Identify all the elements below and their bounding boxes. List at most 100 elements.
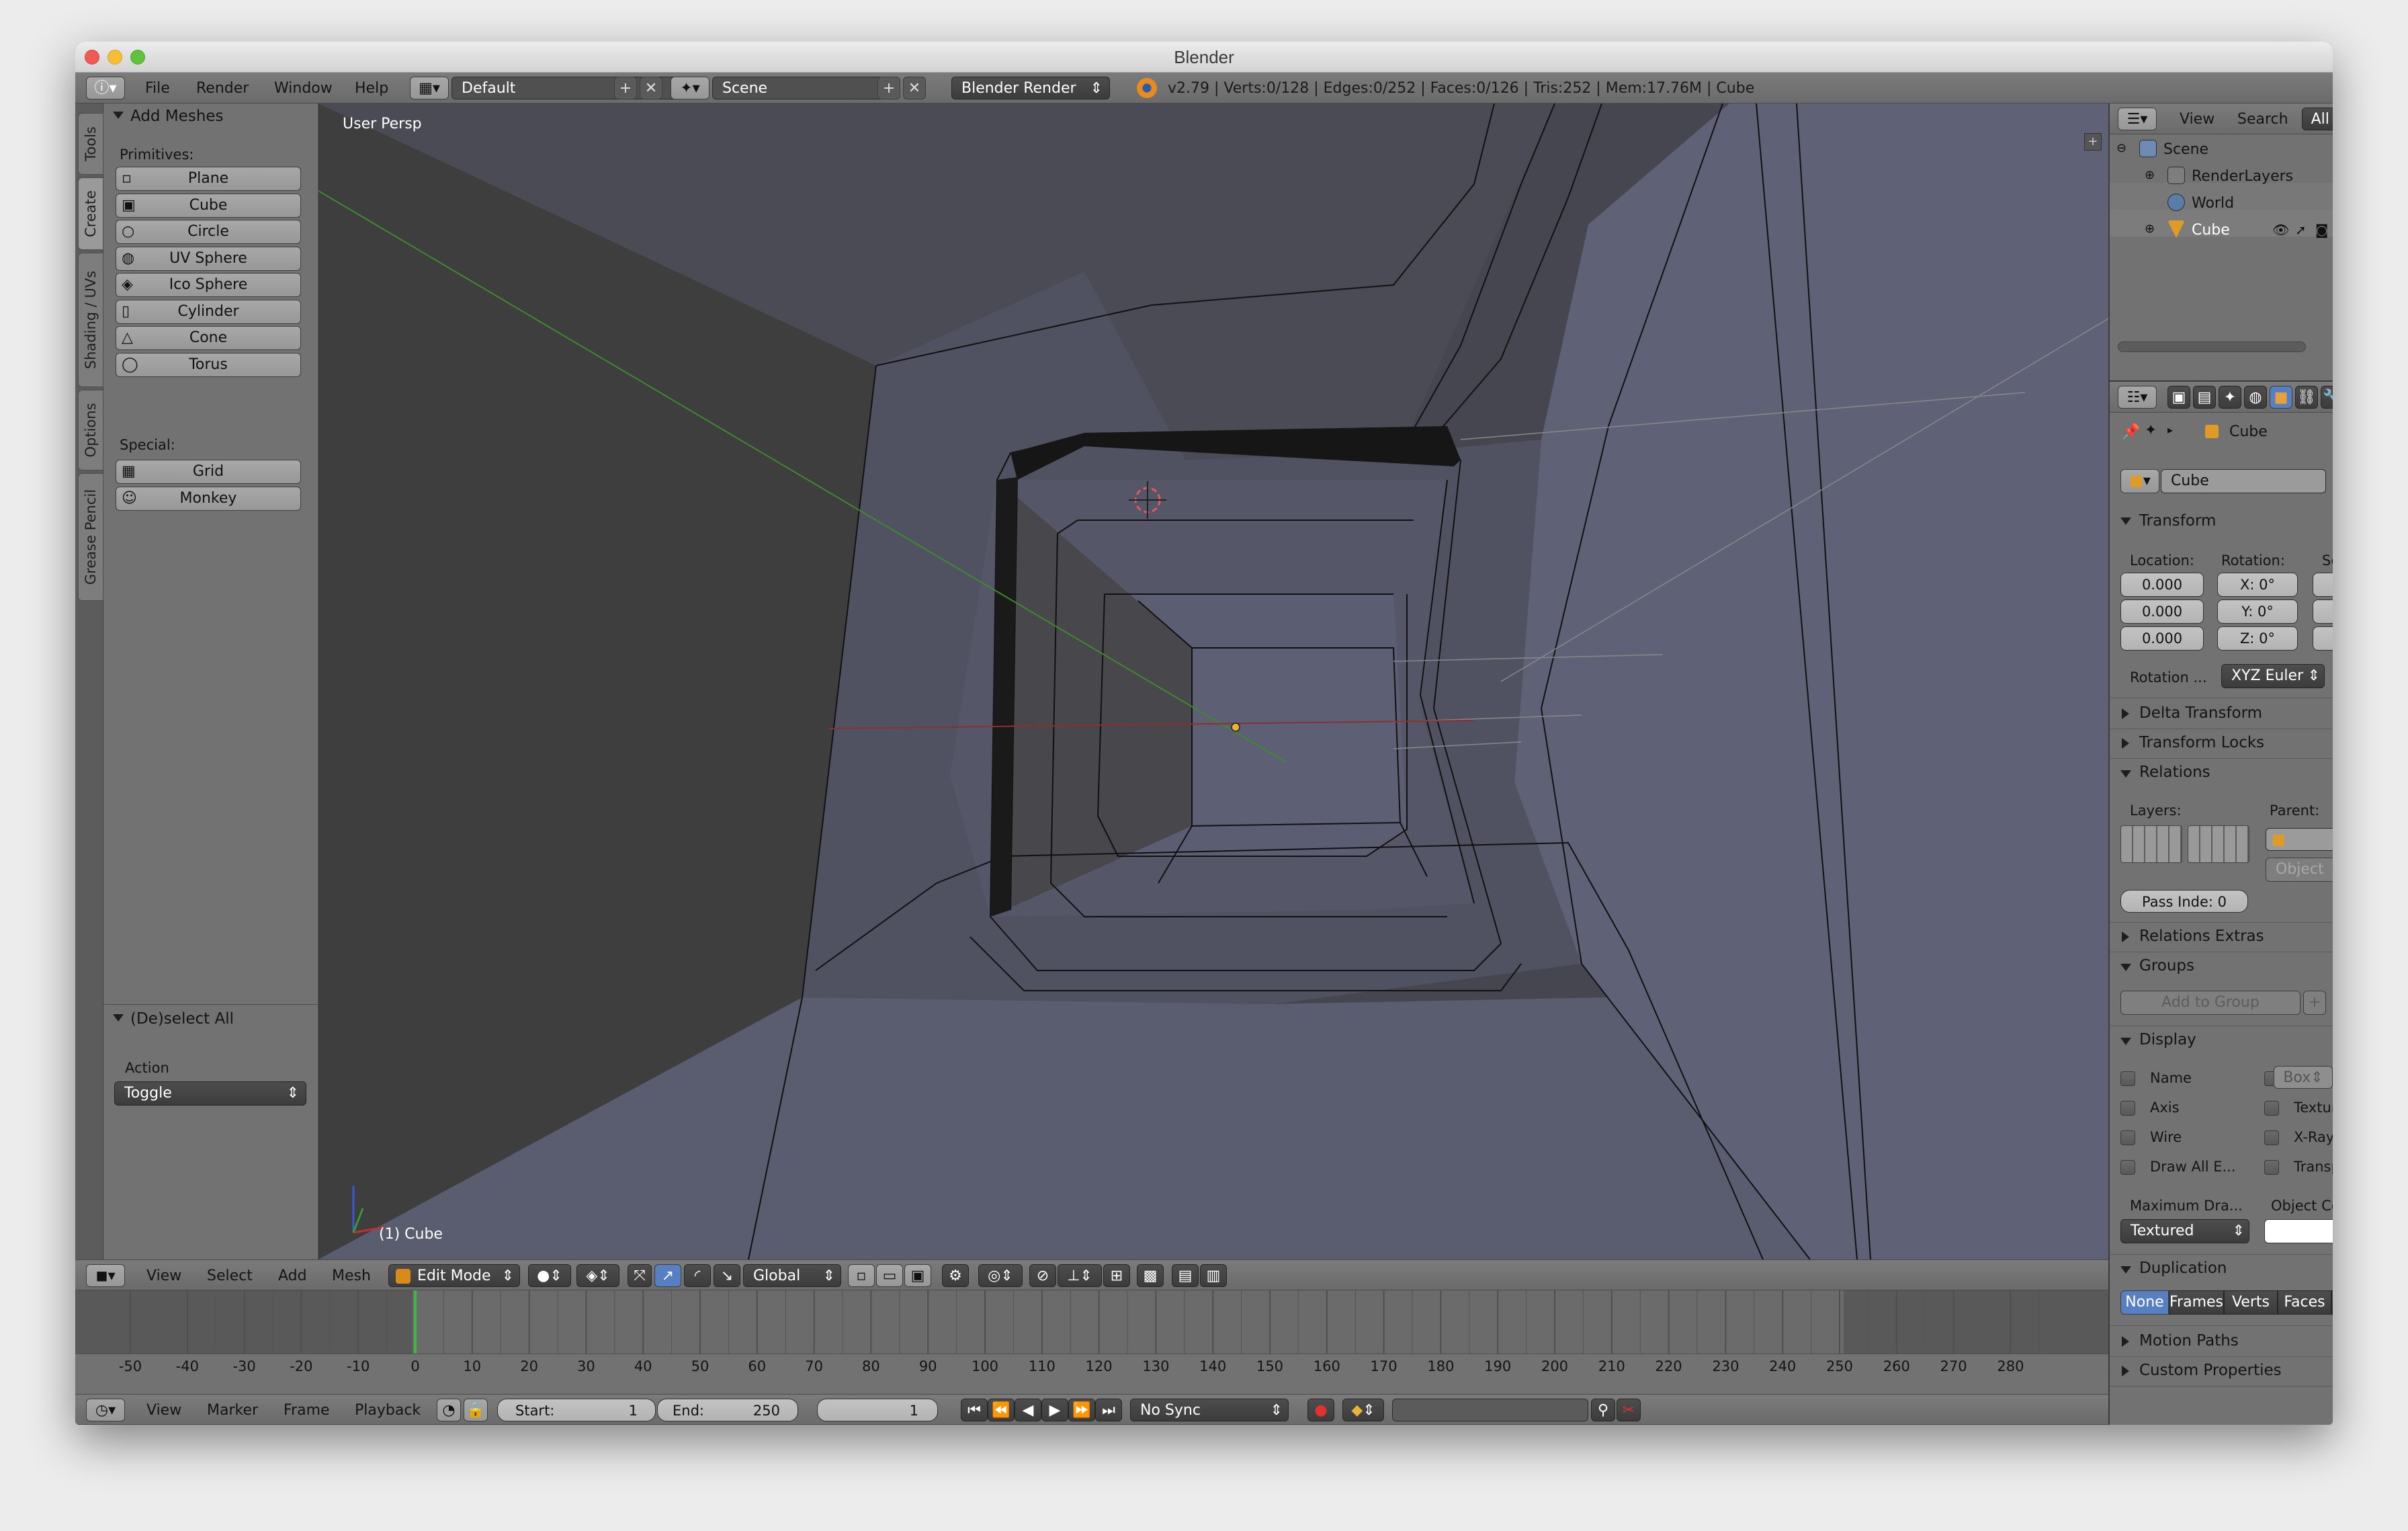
action-dropdown[interactable]: Toggle ⇕ — [114, 1081, 306, 1106]
render-context-icon[interactable]: ▣ — [2167, 386, 2190, 409]
pass-index-field[interactable]: Pass Inde: 0 — [2120, 890, 2248, 913]
editor-type-info-button[interactable]: ⓘ▾ — [86, 77, 125, 99]
timeline-menu-marker[interactable]: Marker — [207, 1402, 258, 1419]
layers-grid-1[interactable] — [2120, 825, 2182, 863]
jump-end-icon[interactable]: ⏭ — [1095, 1399, 1122, 1421]
renderable-camera-icon[interactable]: ◙ — [2315, 222, 2328, 238]
insert-keyframe-icon[interactable]: ⚲ — [1591, 1399, 1615, 1421]
add-scene-icon[interactable]: + — [877, 77, 900, 99]
groups-collapse-arrow-icon[interactable] — [2120, 964, 2131, 971]
face-select-icon[interactable]: ▣ — [904, 1264, 931, 1287]
rotation-mode-dropdown[interactable]: XYZ Euler ⇕ — [2221, 664, 2325, 688]
jump-keyframe-back-icon[interactable]: ⏪ — [988, 1399, 1015, 1421]
preview-range-icon[interactable]: ◔ — [437, 1399, 461, 1421]
3d-viewport[interactable]: User Persp (1) Cube + — [318, 104, 2108, 1259]
tab-tools[interactable]: Tools — [78, 113, 103, 175]
expand-icon[interactable]: ⊖ — [2116, 141, 2126, 155]
edge-select-icon[interactable]: ▭ — [876, 1264, 903, 1287]
play-icon[interactable]: ▶ — [1041, 1399, 1068, 1421]
render-engine-dropdown[interactable]: Blender Render ⇕ — [951, 77, 1110, 99]
add-to-group-button[interactable]: Add to Group — [2120, 991, 2300, 1015]
vertex-select-icon[interactable]: ▫ — [848, 1264, 875, 1287]
rotation-x-field[interactable]: X: 0° — [2217, 573, 2298, 597]
parent-field[interactable]: ■✎ — [2266, 828, 2333, 851]
scale-y-field[interactable]: 1.000 — [2313, 599, 2333, 624]
scene-icon[interactable]: ✦▾ — [671, 77, 710, 99]
display-checkbox-right-3[interactable] — [2264, 1160, 2279, 1175]
expand-arrow-icon[interactable] — [2122, 708, 2129, 719]
current-frame-field[interactable]: 1 — [817, 1399, 938, 1421]
duplication-frames-button[interactable]: Frames — [2169, 1290, 2224, 1315]
collapse-arrow-icon[interactable] — [113, 112, 124, 119]
transform-collapse-arrow-icon[interactable] — [2120, 518, 2131, 525]
snap-toggle-icon[interactable]: ⊘ — [1029, 1264, 1056, 1287]
location-z-field[interactable]: 0.000 — [2120, 626, 2204, 651]
delete-scene-icon[interactable]: ✕ — [903, 77, 926, 99]
timeline-menu-playback[interactable]: Playback — [355, 1402, 421, 1419]
world-context-icon[interactable]: ◍ — [2244, 386, 2267, 409]
object-datablock-icon[interactable]: ■▾ — [2120, 469, 2159, 493]
location-y-field[interactable]: 0.000 — [2120, 599, 2204, 624]
display-checkbox-right-2[interactable] — [2264, 1130, 2279, 1145]
add-circle-button[interactable]: ○ Circle — [116, 220, 301, 244]
add-layout-icon[interactable]: + — [614, 77, 637, 99]
snap-target-icon[interactable]: ⊞ — [1103, 1264, 1130, 1287]
menu-select[interactable]: Select — [207, 1268, 253, 1284]
outliner-menu-view[interactable]: View — [2180, 111, 2214, 128]
bounds-type-dropdown[interactable]: Box⇕ — [2274, 1066, 2333, 1089]
display-collapse-arrow-icon[interactable] — [2120, 1038, 2131, 1045]
add-torus-button[interactable]: ◯ Torus — [116, 352, 301, 377]
add-cube-button[interactable]: ▣ Cube — [116, 193, 301, 218]
duplication-verts-button[interactable]: Verts — [2224, 1290, 2278, 1315]
add-monkey-button[interactable]: ☺ Monkey — [116, 486, 301, 511]
opengl-render-animation-icon[interactable]: ▥ — [1200, 1264, 1227, 1287]
constraints-context-icon[interactable]: ⛓ — [2295, 386, 2318, 409]
expand-arrow-icon[interactable] — [2122, 1336, 2129, 1347]
transform-locks-panel-title[interactable]: Transform Locks — [2139, 734, 2264, 751]
scene-context-icon[interactable]: ✦ — [2219, 386, 2241, 409]
outliner-item-world[interactable]: World — [2192, 195, 2234, 212]
active-keying-set-field[interactable] — [1392, 1399, 1588, 1421]
add-ico-sphere-button[interactable]: ◈ Ico Sphere — [116, 273, 301, 297]
display-checkbox-left-1[interactable] — [2120, 1101, 2135, 1116]
properties-region-toggle-icon[interactable]: + — [2084, 133, 2102, 151]
editor-type-properties-icon[interactable]: ☷▾ — [2118, 386, 2157, 409]
orientation-dropdown[interactable]: Global ⇕ — [743, 1264, 841, 1287]
lock-range-icon[interactable]: 🔒 — [464, 1399, 488, 1421]
viewport-shading-dropdown[interactable]: ●⇕ — [528, 1264, 571, 1287]
menu-render[interactable]: Render — [196, 80, 249, 97]
object-context-icon[interactable]: ■ — [2270, 386, 2292, 409]
snap-element-dropdown[interactable]: ⊥⇕ — [1058, 1264, 1102, 1287]
duplication-collapse-arrow-icon[interactable] — [2120, 1266, 2131, 1274]
tab-create[interactable]: Create — [78, 177, 103, 250]
add-grid-button[interactable]: ▦ Grid — [116, 460, 301, 484]
add-group-plus-icon[interactable]: + — [2303, 991, 2326, 1015]
pivot-point-dropdown[interactable]: ◈⇕ — [576, 1264, 619, 1287]
jump-start-icon[interactable]: ⏮ — [961, 1399, 988, 1421]
scale-z-field[interactable]: 1.000 — [2313, 626, 2333, 651]
relations-collapse-arrow-icon[interactable] — [2120, 770, 2131, 778]
scene-field[interactable]: Scene — [712, 77, 887, 99]
expand-arrow-icon[interactable] — [2122, 1366, 2129, 1376]
play-reverse-icon[interactable]: ◀ — [1015, 1399, 1041, 1421]
display-checkbox-left-3[interactable] — [2120, 1160, 2135, 1175]
current-frame-marker[interactable] — [414, 1290, 417, 1354]
rotate-manipulator-icon[interactable]: ◜ — [684, 1264, 711, 1287]
record-icon[interactable]: ● — [1307, 1399, 1334, 1421]
object-name-field[interactable]: Cube — [2161, 469, 2326, 493]
translate-manipulator-icon[interactable]: ↗ — [654, 1264, 681, 1287]
screen-layout-icon[interactable]: ▦▾ — [410, 77, 449, 99]
display-checkbox-left-0[interactable] — [2120, 1071, 2135, 1086]
timeline-menu-view[interactable]: View — [146, 1402, 181, 1419]
expand-arrow-icon[interactable] — [2122, 738, 2129, 749]
add-plane-button[interactable]: ▫ Plane — [116, 167, 301, 191]
add-uv-sphere-button[interactable]: ◍ UV Sphere — [116, 246, 301, 271]
outliner-filter-dropdown[interactable]: All Scenes — [2302, 108, 2333, 130]
menu-view[interactable]: View — [146, 1268, 181, 1284]
duplication-group-button[interactable]: Group — [2331, 1290, 2333, 1315]
editor-type-timeline-icon[interactable]: ◷▾ — [86, 1399, 125, 1421]
display-checkbox-right-1[interactable] — [2264, 1101, 2279, 1116]
parent-type-dropdown[interactable]: Object⇕ — [2266, 858, 2333, 882]
tab-grease-pencil[interactable]: Grease Pencil — [78, 473, 103, 601]
relations-extras-panel-title[interactable]: Relations Extras — [2139, 927, 2264, 945]
